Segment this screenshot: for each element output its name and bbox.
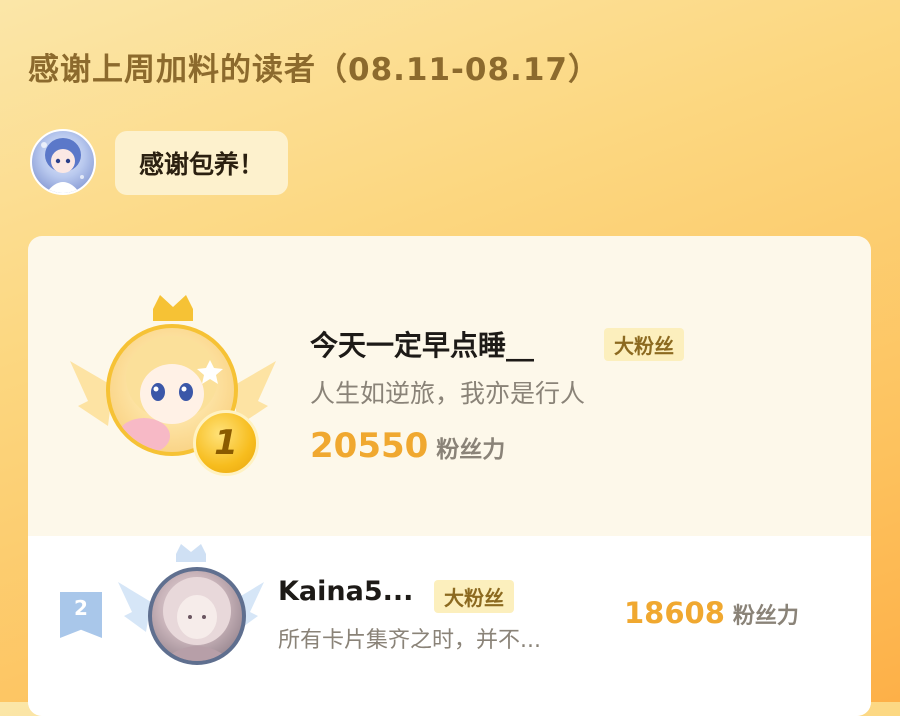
rank-1-score-label: 粉丝力: [436, 437, 506, 463]
rank-1-fan-badge: 大粉丝: [604, 328, 684, 361]
rank-1-name[interactable]: 今天一定早点睡__: [310, 324, 534, 364]
rank-1-number: 1: [214, 423, 238, 463]
rank-2-avatar[interactable]: [148, 567, 246, 665]
rank-2-score: 18608 粉丝力: [624, 596, 799, 630]
ranking-card: 1 今天一定早点睡__ 大粉丝 人生如逆旅，我亦是行人 20550 粉丝力 2 K…: [28, 236, 871, 716]
rank-1-motto: 人生如逆旅，我亦是行人: [310, 379, 586, 408]
rank-1-score: 20550 粉丝力: [310, 426, 505, 466]
rank-2-score-label: 粉丝力: [732, 604, 799, 629]
author-message: 感谢包养！: [139, 150, 265, 179]
rank-2-number: 2: [74, 596, 88, 620]
author-speech-bubble: 感谢包养！: [115, 131, 289, 195]
rank-2-name[interactable]: Kaina5...: [278, 576, 413, 607]
rank-2-fan-badge: 大粉丝: [434, 580, 514, 613]
rank-1-medal: 1: [193, 410, 259, 476]
author-avatar[interactable]: [30, 129, 96, 195]
rank-2-score-value: 18608: [624, 596, 725, 630]
rank-2-motto: 所有卡片集齐之时，并不...: [278, 628, 541, 653]
rank-1-score-value: 20550: [310, 426, 429, 466]
page-title: 感谢上周加料的读者（08.11-08.17）: [28, 52, 600, 88]
